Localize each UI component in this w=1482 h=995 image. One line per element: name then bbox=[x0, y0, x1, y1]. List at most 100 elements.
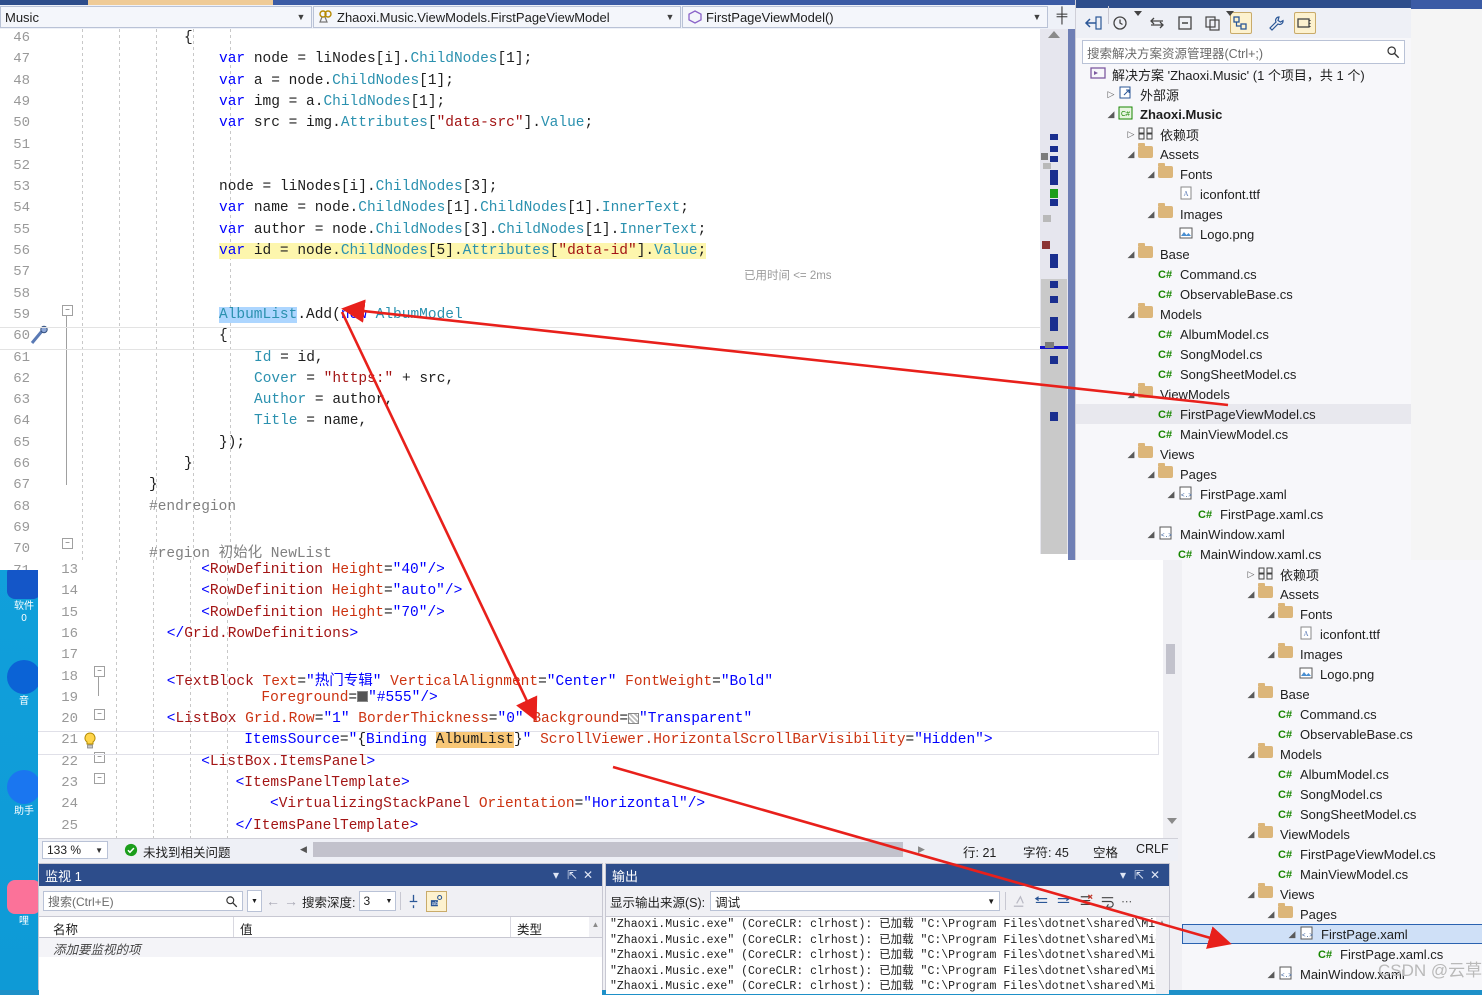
tree-item-command-cs[interactable]: C# Command.cs bbox=[1076, 264, 1411, 284]
chevron-down-icon[interactable]: ▼ bbox=[664, 12, 676, 22]
toggle-wordwrap-icon[interactable] bbox=[1099, 893, 1116, 910]
code-line[interactable]: 47 var node = liNodes[i].ChildNodes[1]; bbox=[0, 51, 1045, 72]
watch-col-name[interactable]: 名称 bbox=[39, 917, 234, 937]
output-toolbar[interactable]: 显示输出来源(S): 调试 ▼ ⋯ bbox=[606, 886, 1169, 916]
xaml-code-editor[interactable]: − − − − 13 <RowDefinition Height="40"/> 14… bbox=[38, 560, 1178, 838]
xaml-line[interactable]: 25 </ItemsPanelTemplate> bbox=[38, 818, 1158, 838]
sync-icon[interactable] bbox=[1146, 12, 1168, 34]
tree-item-zhaoxi-music[interactable]: ◢ C# Zhaoxi.Music bbox=[1076, 104, 1411, 124]
code-line[interactable]: 63 Author = author, bbox=[0, 392, 1045, 413]
code-line[interactable]: 52 bbox=[0, 158, 1045, 179]
output-vertical-scrollbar[interactable]: ▲ bbox=[1156, 917, 1169, 994]
search-icon[interactable] bbox=[225, 895, 238, 908]
code-line[interactable]: 56 var id = node.ChildNodes[5].Attributes… bbox=[0, 243, 1045, 264]
go-to-previous-message-icon[interactable] bbox=[1033, 893, 1050, 910]
chevron-down-icon[interactable]: ◢ bbox=[1124, 249, 1138, 260]
watch-toolbar[interactable]: 搜索(Ctrl+E) ▼ ← → 搜索深度: 3 ▼ ab bbox=[39, 886, 602, 916]
chevron-down-icon[interactable]: ◢ bbox=[1144, 209, 1158, 220]
code-line[interactable]: 49 var img = a.ChildNodes[1]; bbox=[0, 94, 1045, 115]
chevron-down-icon[interactable]: ◢ bbox=[1244, 589, 1258, 600]
code-line[interactable]: 65}); bbox=[0, 435, 1045, 456]
tree-item-songsheetmodel-cs[interactable]: C# SongSheetModel.cs bbox=[1076, 364, 1411, 384]
pending-changes-icon[interactable] bbox=[1110, 12, 1132, 34]
tree-item-iconfont-ttf[interactable]: Aiconfont.ttf bbox=[1182, 624, 1482, 644]
tree-item-views[interactable]: ◢ Views bbox=[1076, 443, 1411, 464]
collapse-all-icon[interactable] bbox=[1174, 12, 1196, 34]
tree-item-firstpageviewmodel-cs[interactable]: C# FirstPageViewModel.cs bbox=[1076, 404, 1411, 424]
find-message-icon[interactable] bbox=[1011, 893, 1028, 910]
watch-empty-row[interactable]: 添加要监视的项 bbox=[39, 938, 602, 957]
tree-item--[interactable]: ▷ 依赖项 bbox=[1182, 564, 1482, 584]
member-combo[interactable]: FirstPageViewModel() ▼ bbox=[682, 6, 1048, 28]
project-combo[interactable]: Music ▼ bbox=[0, 6, 312, 28]
tree-item-firstpage-xaml[interactable]: ◢ <.> FirstPage.xaml bbox=[1076, 484, 1411, 504]
chevron-down-icon[interactable]: ▾ bbox=[548, 868, 564, 882]
xaml-line[interactable]: 14 <RowDefinition Height="auto"/> bbox=[38, 583, 1158, 604]
tree-item-views[interactable]: ◢ Views bbox=[1182, 883, 1482, 904]
xaml-vertical-scrollbar[interactable] bbox=[1163, 560, 1178, 838]
tree-item-images[interactable]: ◢ Images bbox=[1076, 203, 1411, 224]
watch-rows-area[interactable] bbox=[39, 957, 602, 995]
tree-item-base[interactable]: ◢ Base bbox=[1076, 243, 1411, 264]
xaml-line[interactable]: 21 ItemsSource="{Binding AlbumList}" Scro… bbox=[38, 731, 1159, 755]
code-line[interactable]: 54 var name = node.ChildNodes[1].ChildNod… bbox=[0, 200, 1045, 221]
scroll-down-arrow-icon[interactable] bbox=[1167, 818, 1177, 824]
tree-item-observablebase-cs[interactable]: C# ObservableBase.cs bbox=[1076, 284, 1411, 304]
pin-icon[interactable]: ⇱ bbox=[564, 868, 580, 882]
tree-item-models[interactable]: ◢ Models bbox=[1076, 303, 1411, 324]
back-arrow-icon[interactable] bbox=[1082, 12, 1104, 34]
code-line[interactable]: 68 #endregion bbox=[0, 499, 1045, 520]
code-line[interactable]: 48 var a = node.ChildNodes[1]; bbox=[0, 73, 1045, 94]
xaml-line[interactable]: 22 <ListBox.ItemsPanel> bbox=[38, 754, 1158, 775]
chevron-down-icon[interactable]: ◢ bbox=[1104, 109, 1118, 120]
xaml-line[interactable]: 17 bbox=[38, 647, 1158, 668]
scroll-up-arrow-icon[interactable]: ▲ bbox=[1158, 918, 1166, 927]
code-line[interactable]: 62 Cover = "https:" + src, bbox=[0, 371, 1045, 392]
csharp-code-editor[interactable]: − − 46{47 var node = liNodes[i].ChildNode… bbox=[0, 29, 1075, 570]
tree-item-fonts[interactable]: ◢ Fonts bbox=[1076, 163, 1411, 184]
chevron-down-icon[interactable]: ◢ bbox=[1244, 889, 1258, 900]
chevron-down-icon[interactable]: ◢ bbox=[1244, 829, 1258, 840]
output-log-area[interactable]: "Zhaoxi.Music.exe" (CoreCLR: clrhost): 已… bbox=[606, 916, 1169, 994]
watch-search-input[interactable]: 搜索(Ctrl+E) bbox=[43, 891, 243, 911]
chevron-right-icon[interactable]: ▷ bbox=[1124, 129, 1138, 140]
tree-item-logo-png[interactable]: Logo.png bbox=[1182, 664, 1482, 684]
output-source-combo[interactable]: 调试 ▼ bbox=[710, 891, 1001, 911]
code-line[interactable]: 61 Id = id, bbox=[0, 350, 1045, 371]
tree-item--[interactable]: ▷ 依赖项 bbox=[1076, 124, 1411, 144]
chevron-down-icon[interactable]: ◢ bbox=[1244, 749, 1258, 760]
chevron-down-icon[interactable]: ◢ bbox=[1124, 449, 1138, 460]
tree-item-firstpage-xaml[interactable]: ◢ <.> FirstPage.xaml bbox=[1182, 924, 1482, 944]
chevron-right-icon[interactable]: ▷ bbox=[1104, 89, 1118, 100]
watch-column-headers[interactable]: 名称 值 类型 ▲ bbox=[39, 916, 602, 938]
tree-item-firstpage-xaml-cs[interactable]: C# FirstPage.xaml.cs bbox=[1076, 504, 1411, 524]
xaml-line[interactable]: 16 </Grid.RowDefinitions> bbox=[38, 626, 1158, 647]
chevron-down-icon[interactable]: ◢ bbox=[1264, 649, 1278, 660]
tree-item-pages[interactable]: ◢ Pages bbox=[1076, 463, 1411, 484]
tree-item-albummodel-cs[interactable]: C# AlbumModel.cs bbox=[1182, 764, 1482, 784]
scroll-up-arrow-icon[interactable]: ▲ bbox=[589, 917, 602, 937]
solution-tree-2[interactable]: ▷ 依赖项 ◢ Assets ◢ Fonts Aiconfont.ttf ◢ Images Log… bbox=[1182, 564, 1482, 990]
chevron-down-icon[interactable]: ▼ bbox=[95, 846, 103, 855]
editor-scroll-map[interactable] bbox=[1040, 29, 1068, 554]
solution-explorer-search[interactable]: 搜索解决方案资源管理器(Ctrl+;) bbox=[1082, 40, 1405, 64]
tree-item-mainwindow-xaml[interactable]: ◢ <.> MainWindow.xaml bbox=[1076, 524, 1411, 544]
chevron-down-icon[interactable]: ◢ bbox=[1285, 929, 1299, 940]
code-line[interactable]: 50 var src = img.Attributes["data-src"].V… bbox=[0, 115, 1045, 136]
xaml-line[interactable]: 18 <TextBlock Text="热门专辑" VerticalAlignme… bbox=[38, 669, 1158, 690]
xaml-line[interactable]: 24 <VirtualizingStackPanel Orientation="H… bbox=[38, 796, 1158, 817]
code-line[interactable]: 69 bbox=[0, 520, 1045, 541]
go-to-next-message-icon[interactable] bbox=[1055, 893, 1072, 910]
code-line[interactable]: 53 node = liNodes[i].ChildNodes[3]; bbox=[0, 179, 1045, 200]
hex-display-icon[interactable]: ab bbox=[426, 890, 448, 912]
code-line[interactable]: 55 var author = node.ChildNodes[3].ChildN… bbox=[0, 222, 1045, 243]
chevron-down-icon[interactable]: ◢ bbox=[1124, 309, 1138, 320]
tree-item-iconfont-ttf[interactable]: Aiconfont.ttf bbox=[1076, 184, 1411, 204]
chevron-down-icon[interactable]: ◢ bbox=[1264, 909, 1278, 920]
search-icon[interactable] bbox=[1386, 45, 1400, 59]
xaml-line[interactable]: 20 <ListBox Grid.Row="1" BorderThickness=… bbox=[38, 711, 1158, 732]
hscroll-left-arrow-icon[interactable]: ◀ bbox=[300, 844, 307, 855]
chevron-down-icon[interactable]: ◢ bbox=[1264, 609, 1278, 620]
back-arrow-icon[interactable]: ← bbox=[266, 893, 280, 909]
hscroll-right-arrow-icon[interactable]: ▶ bbox=[918, 844, 925, 855]
